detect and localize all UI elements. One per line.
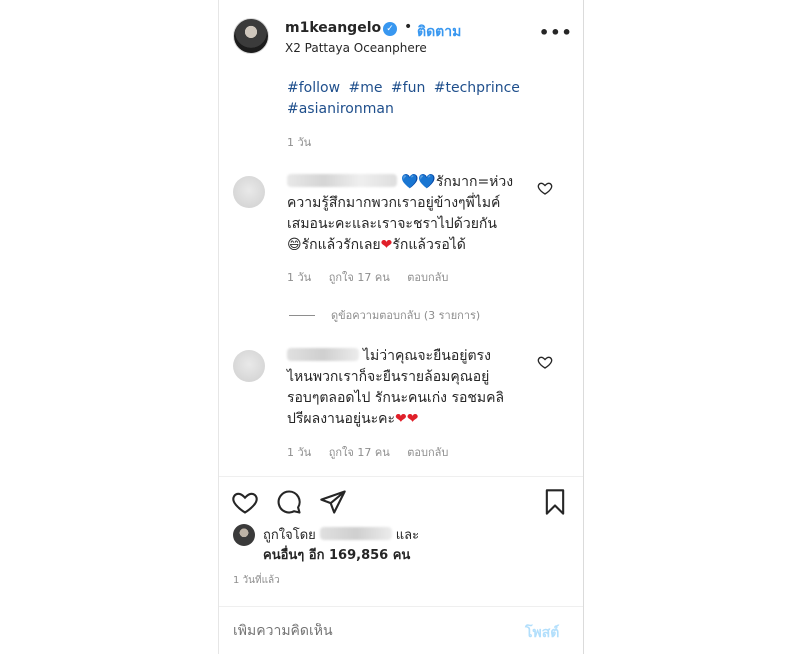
author-avatar[interactable] [233, 18, 269, 54]
comment-likes-count[interactable]: ถูกใจ 17 คน [329, 271, 390, 284]
location-link[interactable]: X2 Pattaya Oceanphere [285, 41, 427, 55]
view-replies-link[interactable]: ดูข้อความตอบกลับ (3 รายการ) [289, 306, 480, 324]
liker-avatar[interactable] [233, 524, 255, 546]
comment-meta: 1 วัน ถูกใจ 17 คน ตอบกลับ [287, 268, 462, 286]
comment-line: รักแล้วรักเลย [301, 237, 381, 253]
view-replies-label[interactable]: ดูข้อความตอบกลับ (3 รายการ) [331, 309, 480, 322]
comment-line: รักมาก=ห่วง [435, 174, 514, 190]
add-comment-bar: โพสต์ [219, 606, 583, 655]
comment-text: 💙💙รักมาก=ห่วง ความรู้สึกมากพวกเราอยู่ข้า… [287, 172, 535, 256]
comment-line: ความรู้สึกมากพวกเราอยู่ข้างๆพี่ไมค์ [287, 195, 501, 211]
red-heart-emoji: ❤ [380, 237, 393, 253]
comment-line: ไม่ว่าคุณจะยืนอยู่ตรง [363, 348, 491, 364]
caption-hashtags: #follow #me #fun #techprince #asianironm… [287, 78, 527, 120]
liked-by-prefix: ถูกใจโดย [263, 528, 316, 543]
likes-count-link[interactable]: คนอื่นๆ อีก 169,856 คน [263, 544, 410, 565]
liker-username-blurred[interactable] [319, 527, 392, 540]
commenter-username-blurred[interactable] [287, 174, 397, 187]
more-options-icon[interactable]: ••• [539, 23, 573, 42]
hashtag-link[interactable]: #follow [287, 80, 340, 96]
liked-by-suffix: และ [395, 528, 420, 543]
post-header: m1keangelo ✓ • ติดตาม X2 Pattaya Oceanph… [219, 0, 583, 72]
like-comment-heart-icon[interactable] [537, 180, 553, 196]
post-comment-button[interactable]: โพสต์ [525, 622, 559, 644]
comment-line: รอบๆตลอดไป รักนะคนเก่ง รอชมคลิ [287, 390, 505, 406]
verified-badge-icon: ✓ [383, 22, 397, 36]
comment-time: 1 วัน [287, 271, 312, 284]
comment-likes-count[interactable]: ถูกใจ 17 คน [329, 446, 390, 459]
comment-line: ปรีผลงานอยู่นะคะ [287, 411, 396, 427]
comment-line: รักแล้วรอได้ [392, 237, 466, 253]
hashtag-link[interactable]: #techprince [434, 80, 520, 96]
reply-button[interactable]: ตอบกลับ [407, 446, 448, 459]
follow-button[interactable]: ติดตาม [417, 21, 461, 43]
red-hearts-emoji: ❤❤ [395, 411, 419, 427]
hashtag-link[interactable]: #me [348, 80, 382, 96]
comment-time: 1 วัน [287, 446, 312, 459]
like-heart-icon[interactable] [231, 488, 259, 516]
post-comments-panel: m1keangelo ✓ • ติดตาม X2 Pattaya Oceanph… [218, 0, 584, 654]
comment-line: เสมอนะคะและเราจะชราไปด้วยกัน [287, 216, 497, 232]
save-bookmark-icon[interactable] [541, 488, 569, 516]
reply-button[interactable]: ตอบกลับ [407, 271, 448, 284]
liked-by-line: ถูกใจโดย และ [263, 524, 419, 545]
like-comment-heart-icon[interactable] [537, 354, 553, 370]
smile-emoji: 😄 [287, 237, 302, 253]
commenter-avatar[interactable] [233, 350, 265, 382]
comment-bubble-icon[interactable] [275, 488, 303, 516]
comment-meta: 1 วัน ถูกใจ 17 คน ตอบกลับ [287, 443, 462, 461]
hashtag-link[interactable]: #fun [391, 80, 425, 96]
section-divider [219, 476, 583, 477]
author-username[interactable]: m1keangelo [285, 20, 381, 36]
hashtag-link[interactable]: #asianironman [287, 101, 394, 117]
commenter-avatar[interactable] [233, 176, 265, 208]
replies-divider-line [289, 315, 315, 316]
comment-input[interactable] [233, 623, 503, 639]
blue-hearts-emoji: 💙💙 [401, 174, 436, 190]
share-send-icon[interactable] [319, 488, 347, 516]
post-timestamp: 1 วันที่แล้ว [233, 575, 280, 586]
commenter-username-blurred[interactable] [287, 348, 359, 361]
comment-line: ไหนพวกเราก็จะยืนรายล้อมคุณอยู่ [287, 369, 490, 385]
comment-text: ไม่ว่าคุณจะยืนอยู่ตรง ไหนพวกเราก็จะยืนรา… [287, 346, 535, 430]
separator-dot: • [404, 19, 413, 35]
caption-time: 1 วัน [287, 136, 312, 149]
